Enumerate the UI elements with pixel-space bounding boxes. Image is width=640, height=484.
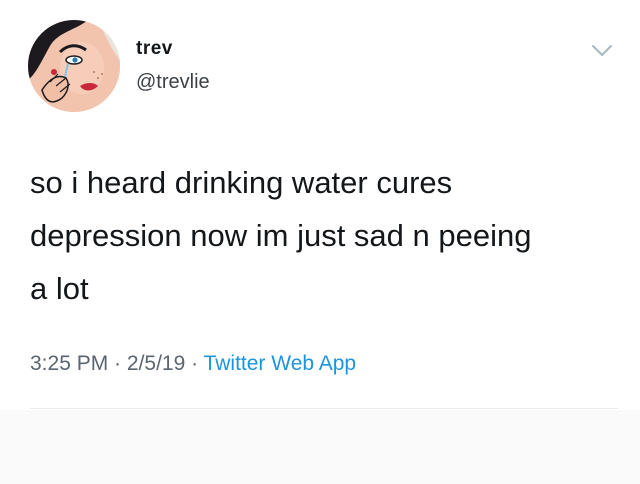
tweet-text-line: depression now im just sad n peeing xyxy=(30,218,532,253)
source-app-link[interactable]: Twitter Web App xyxy=(204,352,357,375)
tweet-text-line: so i heard drinking water cures xyxy=(30,165,453,200)
meta-separator: · xyxy=(185,352,204,375)
tweet-card: trev @trevlie so i heard drinking water … xyxy=(0,0,640,410)
user-handle[interactable]: @trevlie xyxy=(136,71,210,94)
chevron-down-icon[interactable] xyxy=(591,44,613,58)
tweet-text: so i heard drinking water cures depressi… xyxy=(30,156,620,315)
display-name[interactable]: trev xyxy=(136,38,173,60)
tweet-meta: 3:25 PM · 2/5/19 · Twitter Web App xyxy=(30,352,356,376)
tweet-text-line: a lot xyxy=(30,271,89,306)
avatar[interactable] xyxy=(28,20,120,112)
tweet-time[interactable]: 3:25 PM xyxy=(30,352,108,375)
avatar-illustration xyxy=(28,20,120,112)
divider xyxy=(30,408,618,409)
tweet-date[interactable]: 2/5/19 xyxy=(127,352,185,375)
footer-area xyxy=(0,410,640,484)
meta-separator: · xyxy=(108,352,127,375)
